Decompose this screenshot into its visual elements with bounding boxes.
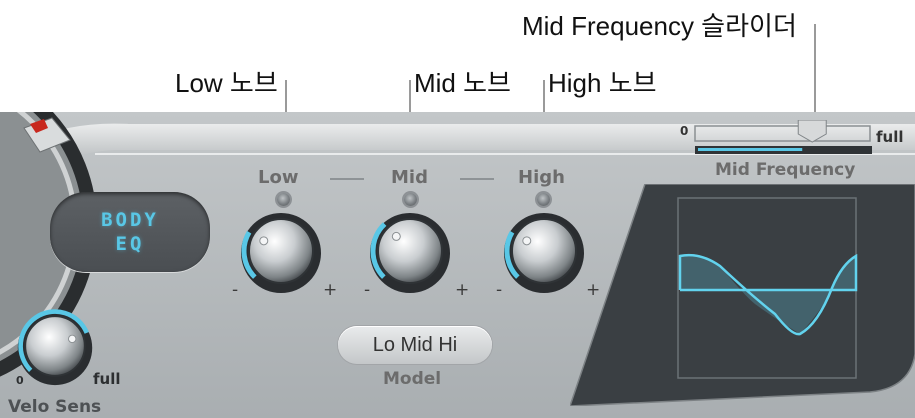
velo-sens-label: Velo Sens: [8, 397, 102, 417]
model-value: Lo Mid Hi: [372, 333, 458, 356]
low-knob[interactable]: [238, 208, 324, 294]
high-knob-callout: High 노브: [548, 68, 657, 98]
knob-body: [248, 218, 314, 284]
mid-knob-label: Mid: [391, 167, 428, 188]
mid-led-indicator: [404, 193, 417, 206]
model-selector[interactable]: Lo Mid Hi: [338, 326, 492, 364]
low-plus-mark: +: [323, 280, 338, 300]
high-led-indicator: [537, 193, 550, 206]
model-label: Model: [383, 369, 442, 389]
mid-frequency-thumb: [797, 120, 827, 143]
knob-body: [377, 218, 443, 284]
knob-pointer-dot: [68, 334, 77, 344]
mid-plus-mark: +: [455, 280, 470, 300]
velo-sens-max-label: full: [93, 370, 121, 388]
low-knob-label: Low: [258, 167, 299, 188]
body-eq-line2: EQ: [115, 233, 145, 255]
knob-pointer-dot: [391, 231, 401, 241]
high-minus-mark: -: [496, 280, 503, 300]
mid-minus-mark: -: [364, 280, 371, 300]
low-knob-callout: Low 노브: [175, 68, 278, 98]
velo-sens-min-label: 0: [16, 374, 24, 387]
knob-pointer-dot: [522, 236, 532, 246]
high-knob-label: High: [518, 167, 565, 188]
mid-frequency-max-label: full: [876, 128, 904, 146]
mid-frequency-min-label: 0: [680, 124, 689, 138]
mid-frequency-label: Mid Frequency: [715, 160, 856, 180]
mid-frequency-fill: [698, 148, 803, 151]
mid-knob-callout: Mid 노브: [414, 68, 511, 98]
body-eq-line1: BODY: [101, 209, 159, 231]
knob-body: [511, 218, 577, 284]
mid-frequency-slider[interactable]: [690, 120, 872, 158]
knob-pointer-dot: [259, 236, 269, 246]
low-led-indicator: [277, 193, 290, 206]
knob-body: [24, 315, 86, 377]
mid-knob[interactable]: [367, 208, 453, 294]
body-eq-toggle-button[interactable]: BODY EQ: [50, 192, 210, 272]
velo-sens-knob[interactable]: [15, 306, 95, 386]
mid-frequency-slider-leader: [814, 24, 816, 120]
eq-curve-display: [570, 184, 915, 406]
mid-frequency-slider-callout: Mid Frequency 슬라이더: [522, 11, 797, 41]
low-minus-mark: -: [232, 280, 239, 300]
